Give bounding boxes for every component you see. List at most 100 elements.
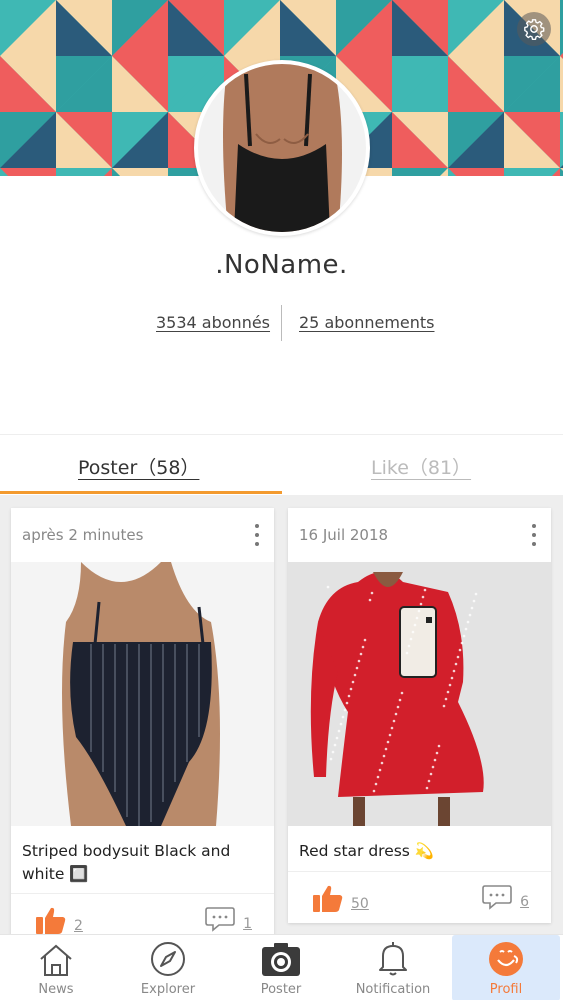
comment-count[interactable]: 1 <box>243 916 252 932</box>
dress-pattern-dot <box>335 736 339 740</box>
post-actions: 2 1 <box>11 893 274 935</box>
dress-pattern-dot <box>374 782 378 786</box>
banner-triangle <box>0 168 56 176</box>
tab-posts[interactable]: Poster（58） <box>78 453 199 480</box>
comment-bubble-icon <box>482 885 512 910</box>
dress-pattern-dot <box>470 606 474 610</box>
dress-pattern-dot <box>333 743 337 747</box>
profile-avatar[interactable] <box>194 60 370 236</box>
dress-pattern-dot <box>405 651 409 655</box>
dress-pattern-dot <box>474 592 478 596</box>
dress-pattern-dot <box>394 712 398 716</box>
dress-pattern-dot <box>331 750 335 754</box>
followers-link[interactable]: 3534 abonnés <box>156 313 270 332</box>
tab-likes[interactable]: Like（81） <box>371 453 471 480</box>
more-options-icon[interactable] <box>531 524 537 546</box>
nav-label: Profil <box>489 982 523 997</box>
dress-pattern-dot <box>433 758 437 762</box>
thumbs-up-icon <box>36 907 66 934</box>
dress-pattern-dot <box>462 634 466 638</box>
dress-pattern-dot <box>448 683 452 687</box>
home-icon <box>40 944 72 976</box>
dress-pattern-dot <box>392 719 396 723</box>
dress-pattern-dot <box>411 630 415 634</box>
dress-pattern-dot <box>396 705 400 709</box>
dress-pattern-dot <box>458 648 462 652</box>
profile-stats: 3534 abonnés 25 abonnements <box>0 305 563 341</box>
post-caption: Striped bodysuit Black and white 🔲 <box>22 842 231 883</box>
comment-button[interactable]: 6 <box>482 884 529 910</box>
dress-pattern-dot <box>421 595 425 599</box>
settings-button[interactable] <box>517 12 551 46</box>
dress-pattern-dot <box>372 789 376 793</box>
dress-pattern-dot <box>355 666 359 670</box>
dress-pattern-dot <box>398 698 402 702</box>
camera-icon <box>262 943 300 976</box>
dress-pattern-dot <box>460 641 464 645</box>
dress-pattern-dot <box>468 613 472 617</box>
dress-pattern-dot <box>347 694 351 698</box>
banner-triangle <box>56 168 112 176</box>
dress-pattern-dot <box>337 729 341 733</box>
post-actions: 50 6 <box>288 871 551 921</box>
nav-explorer[interactable]: Explorer <box>112 935 224 1000</box>
more-options-icon[interactable] <box>254 524 260 546</box>
dress-pattern-dot <box>423 588 427 592</box>
dress-pattern-dot <box>444 697 448 701</box>
post-image[interactable] <box>288 562 551 826</box>
dress-pattern-dot <box>390 726 394 730</box>
nav-news[interactable]: News <box>0 935 112 1000</box>
dress-pattern-dot <box>431 765 435 769</box>
comment-count[interactable]: 6 <box>520 894 529 910</box>
dress-pattern-dot <box>341 715 345 719</box>
nav-label: Poster <box>260 982 302 997</box>
dress-pattern-dot <box>472 599 476 603</box>
dress-pattern-dot <box>368 598 372 602</box>
dress-pattern-dot <box>409 637 413 641</box>
comment-button[interactable]: 1 <box>205 906 252 932</box>
dress-pattern-dot <box>326 585 330 589</box>
post-image[interactable] <box>11 562 274 826</box>
dress-pattern-dot <box>454 662 458 666</box>
post-card[interactable]: après 2 minutes Striped bodysuit Black a… <box>11 508 274 935</box>
dress-pattern-dot <box>382 754 386 758</box>
dress-pattern-dot <box>363 638 367 642</box>
post-date: après 2 minutes <box>22 526 144 544</box>
dress-pattern-dot <box>446 690 450 694</box>
profile-username: .NoName. <box>215 250 348 280</box>
like-count[interactable]: 50 <box>351 896 369 912</box>
dress-pattern-dot <box>464 627 468 631</box>
dress-pattern-dot <box>353 673 357 677</box>
stats-divider <box>281 305 282 341</box>
dress-pattern-dot <box>400 691 404 695</box>
nav-poster[interactable]: Poster <box>225 935 337 1000</box>
dress-pattern-dot <box>384 747 388 751</box>
profile-face-icon <box>489 942 523 976</box>
like-button[interactable]: 2 <box>36 906 83 934</box>
dress-pattern-dot <box>339 722 343 726</box>
dress-pattern-dot <box>345 701 349 705</box>
dress-pattern-dot <box>359 652 363 656</box>
dress-pattern-dot <box>343 708 347 712</box>
dress-pattern-dot <box>349 687 353 691</box>
nav-notification[interactable]: Notification <box>337 935 449 1000</box>
banner-triangle <box>112 168 168 176</box>
nav-label: Explorer <box>140 982 196 997</box>
dress-pattern-dot <box>380 761 384 765</box>
banner-triangle <box>504 168 560 176</box>
gear-icon <box>524 19 545 40</box>
dress-pattern-dot <box>437 744 441 748</box>
following-link[interactable]: 25 abonnements <box>299 313 435 332</box>
dress-pattern-dot <box>427 779 431 783</box>
post-card[interactable]: 16 Juil 2018 Red star dress 💫 50 6 <box>288 508 551 923</box>
dress-pattern-dot <box>376 775 380 779</box>
post-caption: Red star dress 💫 <box>299 842 435 860</box>
dress-pattern-dot <box>466 620 470 624</box>
post-feed: après 2 minutes Striped bodysuit Black a… <box>0 495 563 935</box>
like-count[interactable]: 2 <box>74 918 83 934</box>
nav-profil[interactable]: Profil <box>452 935 560 1000</box>
nav-label: News <box>38 982 74 997</box>
bell-icon <box>379 942 407 976</box>
like-button[interactable]: 50 <box>313 884 369 912</box>
dress-pattern-dot <box>435 751 439 755</box>
